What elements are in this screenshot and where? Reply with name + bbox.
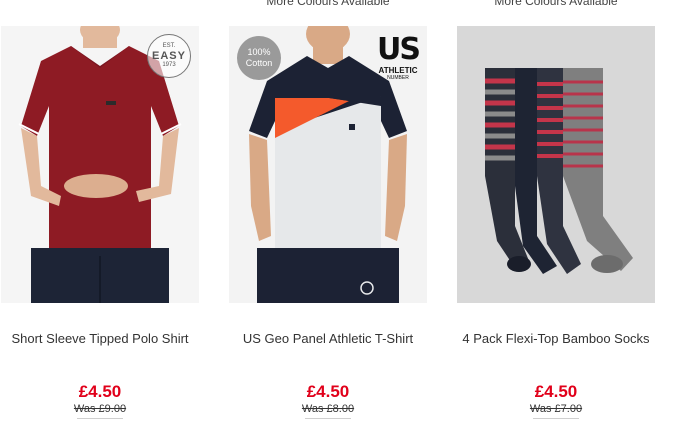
product-image[interactable] <box>457 26 655 303</box>
product-image[interactable]: EST. EASY 1973 <box>1 26 199 303</box>
product-image[interactable]: 100% Cotton US ATHLETIC NUMBER <box>229 26 427 303</box>
socks-image <box>457 26 655 303</box>
product-price: £4.50 <box>78 382 122 401</box>
divider <box>533 418 579 419</box>
logo-small-text: ATHLETIC <box>378 66 418 75</box>
product-price: £4.50 <box>306 382 350 401</box>
badge-top-text: EST. <box>162 43 176 49</box>
product-card[interactable]: EST. EASY 1973 Short Sleeve Tipped Polo … <box>1 0 199 421</box>
was-price: Was £9.00 <box>73 403 127 415</box>
divider <box>77 418 123 419</box>
badge-line2: Cotton <box>245 58 273 68</box>
product-name[interactable]: 4 Pack Flexi-Top Bamboo Socks <box>457 330 655 348</box>
divider <box>305 418 351 419</box>
easy-brand-badge: EST. EASY 1973 <box>147 34 191 78</box>
badge-main-text: EASY <box>152 50 186 62</box>
colours-note <box>1 0 199 8</box>
was-price: Was £8.00 <box>301 403 355 415</box>
badge-bottom-text: 1973 <box>162 62 176 68</box>
cotton-badge: 100% Cotton <box>237 36 281 80</box>
product-name[interactable]: US Geo Panel Athletic T-Shirt <box>229 330 427 348</box>
product-name[interactable]: Short Sleeve Tipped Polo Shirt <box>1 330 199 348</box>
us-athletic-logo: US ATHLETIC NUMBER <box>377 32 421 96</box>
product-card[interactable]: More Colours Available <box>457 0 655 421</box>
logo-tiny-text: NUMBER <box>387 75 409 81</box>
was-price: Was £7.00 <box>529 403 583 415</box>
product-card[interactable]: More Colours Available <box>229 0 427 421</box>
product-price: £4.50 <box>534 382 578 401</box>
colours-note: More Colours Available <box>266 0 390 8</box>
badge-line1: 100% <box>247 47 271 57</box>
logo-big-text: US <box>377 32 421 67</box>
product-grid: EST. EASY 1973 Short Sleeve Tipped Polo … <box>0 0 681 421</box>
colours-note: More Colours Available <box>494 0 618 8</box>
